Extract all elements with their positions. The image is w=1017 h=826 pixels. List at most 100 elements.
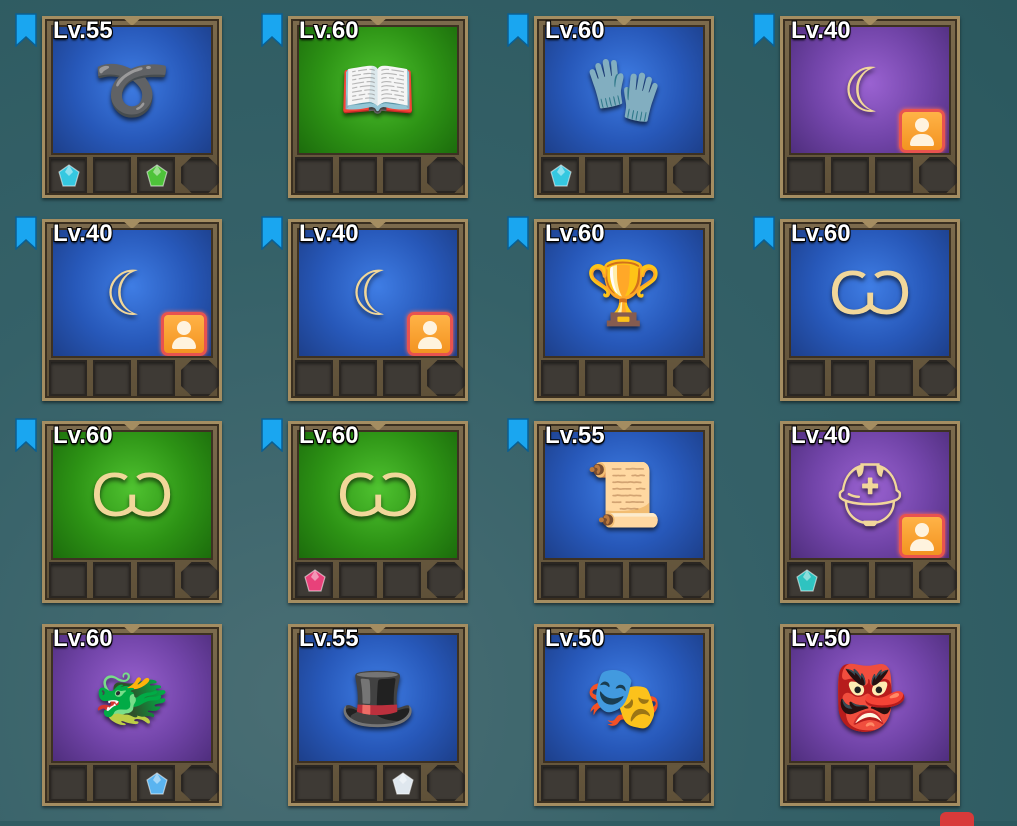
equipment-slot[interactable]: ☾ Lv.40 xyxy=(15,216,222,401)
gem-socket[interactable] xyxy=(49,157,87,193)
bookmark-icon[interactable] xyxy=(261,13,283,47)
bookmark-icon[interactable] xyxy=(507,216,529,250)
bookmark-icon[interactable] xyxy=(15,418,37,452)
gem-socket[interactable] xyxy=(919,157,957,193)
gem-socket[interactable] xyxy=(629,360,667,396)
gem-socket[interactable] xyxy=(181,360,219,396)
gem-socket[interactable] xyxy=(339,157,377,193)
gem-socket[interactable] xyxy=(181,157,219,193)
bookmark-icon[interactable] xyxy=(261,418,283,452)
equipment-slot[interactable]: Ѡ Lv.60 xyxy=(753,216,960,401)
gem-socket[interactable] xyxy=(673,157,711,193)
gem-socket[interactable] xyxy=(831,765,869,801)
gem-socket[interactable] xyxy=(427,157,465,193)
equipment-slot[interactable]: 📖 Lv.60 xyxy=(261,13,468,198)
gem-socket[interactable] xyxy=(93,765,131,801)
gem-socket[interactable] xyxy=(585,157,623,193)
gem-socket[interactable] xyxy=(919,562,957,598)
bookmark-icon[interactable] xyxy=(261,216,283,250)
gem-socket[interactable] xyxy=(541,157,579,193)
hero-equipped-icon[interactable] xyxy=(899,514,945,558)
equipment-slot[interactable]: 👺 Lv.50 xyxy=(780,624,960,806)
gem-socket[interactable] xyxy=(787,765,825,801)
gem-socket[interactable] xyxy=(919,765,957,801)
gem-socket[interactable] xyxy=(383,360,421,396)
bookmark-icon[interactable] xyxy=(507,13,529,47)
gem-socket[interactable] xyxy=(629,562,667,598)
equipment-slot[interactable]: Ѡ Lv.60 xyxy=(261,418,468,603)
gem-socket[interactable] xyxy=(137,765,175,801)
gem-socket[interactable] xyxy=(585,360,623,396)
gem-socket[interactable] xyxy=(673,765,711,801)
bookmark-icon[interactable] xyxy=(507,418,529,452)
gem-socket[interactable] xyxy=(875,562,913,598)
cyan-gem-icon xyxy=(550,164,572,187)
gem-socket[interactable] xyxy=(383,562,421,598)
gem-socket[interactable] xyxy=(787,360,825,396)
gem-socket[interactable] xyxy=(383,157,421,193)
gem-socket[interactable] xyxy=(629,765,667,801)
gem-socket[interactable] xyxy=(93,360,131,396)
gem-socket[interactable] xyxy=(831,360,869,396)
equipment-slot[interactable]: 🐲 Lv.60 xyxy=(42,624,222,806)
gem-socket[interactable] xyxy=(339,562,377,598)
gem-socket[interactable] xyxy=(339,765,377,801)
notification-badge[interactable] xyxy=(940,812,974,826)
bookmark-icon[interactable] xyxy=(753,216,775,250)
gem-socket[interactable] xyxy=(427,765,465,801)
gem-socket[interactable] xyxy=(541,562,579,598)
gem-socket[interactable] xyxy=(787,157,825,193)
equipment-slot[interactable]: ☾ Lv.40 xyxy=(261,216,468,401)
bookmark-icon[interactable] xyxy=(15,216,37,250)
equipment-grid: ➰ Lv.55 📖 Lv.60 🧤 Lv.60 ☾ Lv.40 ☾ Lv.40 ☾ Lv.40 🏆 Lv.… xyxy=(0,0,1017,821)
gem-socket[interactable] xyxy=(137,360,175,396)
gem-socket[interactable] xyxy=(295,765,333,801)
gem-socket[interactable] xyxy=(295,562,333,598)
gem-sockets xyxy=(541,360,711,396)
hero-equipped-icon[interactable] xyxy=(161,312,207,356)
gem-socket[interactable] xyxy=(295,157,333,193)
hero-equipped-icon[interactable] xyxy=(407,312,453,356)
gem-socket[interactable] xyxy=(181,562,219,598)
equipment-slot[interactable]: Ѡ Lv.60 xyxy=(15,418,222,603)
gem-socket[interactable] xyxy=(585,765,623,801)
gem-socket[interactable] xyxy=(427,562,465,598)
gem-socket[interactable] xyxy=(137,157,175,193)
gem-socket[interactable] xyxy=(339,360,377,396)
bookmark-icon[interactable] xyxy=(753,13,775,47)
hero-equipped-icon[interactable] xyxy=(899,109,945,153)
gem-socket[interactable] xyxy=(875,360,913,396)
gem-socket[interactable] xyxy=(383,765,421,801)
gem-socket[interactable] xyxy=(137,562,175,598)
gem-socket[interactable] xyxy=(787,562,825,598)
equipment-slot[interactable]: 🎩 Lv.55 xyxy=(288,624,468,806)
equipment-slot[interactable]: 🏆 Lv.60 xyxy=(507,216,714,401)
equipment-slot[interactable]: 🎭 Lv.50 xyxy=(534,624,714,806)
gem-socket[interactable] xyxy=(49,360,87,396)
gem-socket[interactable] xyxy=(295,360,333,396)
equipment-slot[interactable]: ➰ Lv.55 xyxy=(15,13,222,198)
gem-socket[interactable] xyxy=(673,562,711,598)
gem-socket[interactable] xyxy=(831,562,869,598)
gem-socket[interactable] xyxy=(49,562,87,598)
gem-socket[interactable] xyxy=(919,360,957,396)
gem-socket[interactable] xyxy=(673,360,711,396)
equipment-slot[interactable]: 📜 Lv.55 xyxy=(507,418,714,603)
gem-socket[interactable] xyxy=(541,360,579,396)
gem-socket[interactable] xyxy=(181,765,219,801)
equipment-slot[interactable]: 🧤 Lv.60 xyxy=(507,13,714,198)
gem-sockets xyxy=(295,157,465,193)
gem-socket[interactable] xyxy=(629,157,667,193)
gem-socket[interactable] xyxy=(875,765,913,801)
gem-socket[interactable] xyxy=(49,765,87,801)
bookmark-icon[interactable] xyxy=(15,13,37,47)
gem-socket[interactable] xyxy=(585,562,623,598)
gem-socket[interactable] xyxy=(831,157,869,193)
gem-socket[interactable] xyxy=(93,157,131,193)
equipment-slot[interactable]: ⛑ Lv.40 xyxy=(780,421,960,603)
gem-socket[interactable] xyxy=(427,360,465,396)
gem-socket[interactable] xyxy=(875,157,913,193)
gem-socket[interactable] xyxy=(541,765,579,801)
gem-socket[interactable] xyxy=(93,562,131,598)
equipment-slot[interactable]: ☾ Lv.40 xyxy=(753,13,960,198)
